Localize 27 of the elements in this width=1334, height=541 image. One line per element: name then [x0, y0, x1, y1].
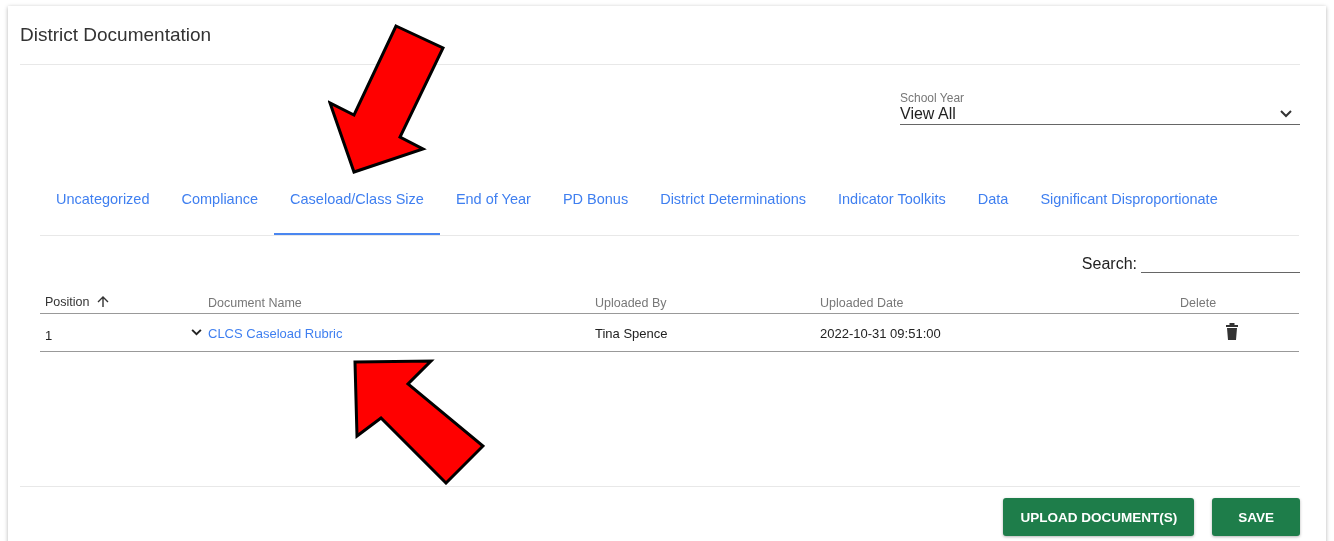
sort-arrow-up-icon[interactable]	[97, 296, 110, 308]
document-link[interactable]: CLCS Caseload Rubric	[208, 325, 343, 341]
page-title: District Documentation	[20, 23, 213, 46]
column-header[interactable]: Uploaded By	[595, 296, 667, 310]
tab[interactable]: End of Year	[439, 183, 547, 235]
school-year-dropdown[interactable]: School Year View All	[900, 91, 1300, 125]
table-cell: 1	[45, 328, 53, 343]
tab[interactable]: Significant Disproportionate	[1024, 183, 1234, 235]
column-header[interactable]: Uploaded Date	[820, 296, 904, 310]
table-cell: Tina Spence	[595, 325, 668, 341]
trash-icon[interactable]	[1225, 321, 1239, 340]
search-label: Search:	[1081, 255, 1137, 273]
tab[interactable]: Indicator Toolkits	[822, 183, 962, 235]
tab[interactable]: Caseload/Class Size	[274, 183, 440, 235]
column-header[interactable]: Delete	[1180, 296, 1217, 310]
tab[interactable]: PD Bonus	[546, 183, 645, 235]
tab[interactable]: Compliance	[165, 183, 275, 235]
chevron-down-icon	[1280, 110, 1292, 118]
table-cell: 2022-10-31 09:51:00	[820, 325, 941, 341]
column-header[interactable]: Position	[45, 295, 90, 309]
tab[interactable]: Uncategorized	[40, 183, 166, 235]
tab[interactable]: Data	[961, 183, 1025, 235]
tab[interactable]: District Determinations	[644, 183, 822, 235]
action-button[interactable]: UPLOAD DOCUMENT(S)	[1003, 498, 1195, 536]
action-button[interactable]: SAVE	[1212, 498, 1300, 536]
column-header[interactable]: Document Name	[208, 296, 302, 310]
chevron-down-icon[interactable]	[191, 329, 202, 336]
